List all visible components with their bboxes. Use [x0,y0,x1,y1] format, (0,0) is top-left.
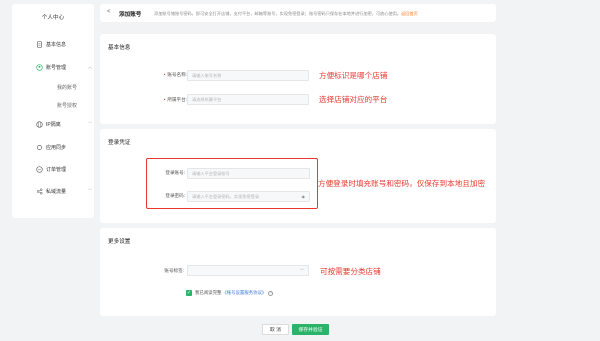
page-header: < 添加账号 添加账号储账号密码，即可安全打开店铺，支付平台，邮箱等账号，实现免… [100,4,496,22]
basic-info-title: 基本信息 [108,45,131,51]
agreement-checkbox[interactable]: ✓ [186,290,192,296]
sidebar: 个人中心 基本信息 账号管理 ︿ 我的账号 账号授权 IP隔离 ﹀ 应用同步 订… [12,4,94,218]
chevron-up-icon: ︿ [88,64,92,69]
chevron-down-icon: ﹀ [88,188,92,193]
platform-label-text: 所属平台: [167,97,187,102]
agreement-text: 我已阅读完整 [195,290,222,295]
more-settings-title: 更多设置 [108,239,131,245]
agreement-row: ✓ 我已阅读完整 《账号设置服务协议》 ? [186,290,274,296]
sidebar-item-label: 我的账号 [57,84,78,91]
description-text: 添加账号储账号密码，即可安全打开店铺，支付平台，邮箱等账号，实现免密登录；账号密… [154,11,402,16]
annotation-tag: 可按需要分类店铺 [320,267,381,276]
account-name-input[interactable]: 请输入账号名称 [187,70,309,81]
sidebar-item-label: IP隔离 [46,121,61,128]
platform-select[interactable]: 请选择所属平台 [187,94,309,105]
document-icon [36,40,43,48]
cancel-button[interactable]: 取 消 [262,324,289,335]
save-verify-button[interactable]: 保存并验证 [292,324,329,335]
required-icon: • [163,97,166,102]
chevron-down-icon: ﹀ [88,121,92,126]
sidebar-item-basic-info[interactable]: 基本信息 [12,38,94,50]
page-title: 添加账号 [119,12,142,18]
password-placeholder: 请输入平台登录密码，实现免密登录 [192,193,260,199]
annotation-login: 方便登录时填充账号和密码，仅保存到本地且加密 [318,179,486,188]
required-icon: • [163,72,166,77]
back-icon[interactable]: < [107,9,111,15]
platform-label: • 所属平台: [127,97,187,103]
back-home-link[interactable]: 返回首页 [401,11,418,16]
account-tag-label: 账号标签: [164,268,184,273]
help-icon[interactable]: ? [268,290,274,296]
annotation-account-name: 方便标识是哪个店铺 [319,71,388,80]
sidebar-title: 个人中心 [41,15,65,21]
account-name-label: • 账号名称: [127,72,187,78]
order-icon [36,165,43,173]
agreement-link[interactable]: 《账号设置服务协议》 [222,290,266,296]
sidebar-item-orders[interactable]: 订单管理 [12,163,94,175]
sidebar-item-my-accounts[interactable]: 我的账号 [12,81,94,93]
share-icon [36,188,43,195]
annotation-platform: 选择店铺对应的平台 [319,95,388,104]
sidebar-item-ip-isolation[interactable]: IP隔离 ﹀ [12,118,94,130]
sidebar-item-label: 账号管理 [46,64,67,71]
login-credentials-title: 登录凭证 [108,140,131,146]
page-description: 添加账号储账号密码，即可安全打开店铺，支付平台，邮箱等账号，实现免密登录；账号密… [154,11,418,17]
sidebar-item-app-sync[interactable]: 应用同步 [12,141,94,153]
sidebar-item-private-traffic[interactable]: 私域流量 ﹀ [12,185,94,197]
login-password-input[interactable]: 请输入平台登录密码，实现免密登录 ◉ [187,191,310,202]
account-tag-select[interactable]: ﹀ [187,265,309,276]
sidebar-item-label: 应用同步 [46,144,67,151]
login-password-label: 登录密码: [165,193,185,198]
sync-icon [36,144,43,151]
eye-icon[interactable]: ◉ [302,194,306,199]
sidebar-item-account-authorization[interactable]: 账号授权 [12,99,94,111]
sidebar-item-label: 账号授权 [57,102,78,109]
chevron-down-icon: ﹀ [300,267,304,273]
globe-icon [36,120,43,128]
sidebar-item-label: 基本信息 [46,41,67,48]
sidebar-item-label: 私域流量 [46,188,67,195]
sidebar-item-account-management[interactable]: 账号管理 ︿ [12,61,94,73]
login-account-input[interactable]: 请输入平台登录账号 [187,168,310,179]
sidebar-item-label: 订单管理 [46,166,67,173]
login-account-label: 登录账号: [165,170,185,175]
account-icon [36,63,43,71]
account-name-label-text: 账号名称: [167,72,187,77]
